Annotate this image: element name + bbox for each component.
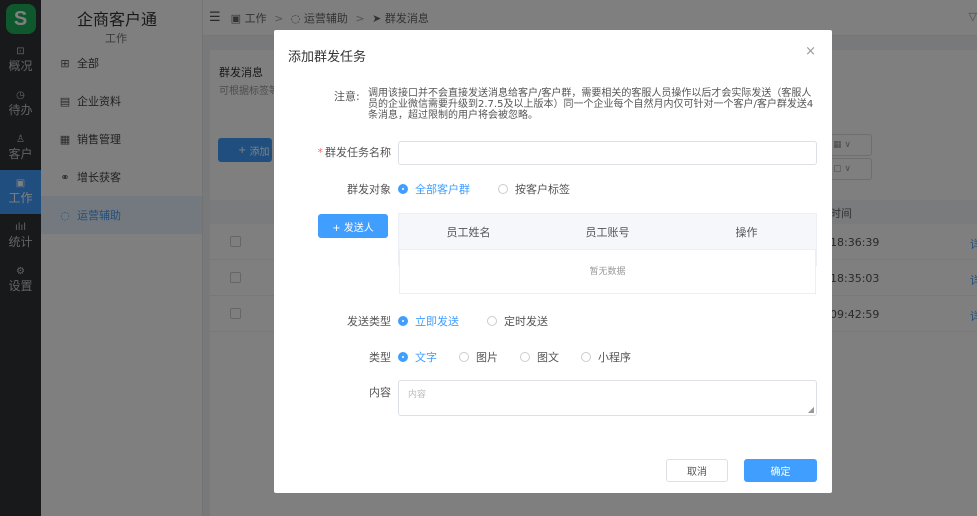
radio-type-article[interactable]: 图文 (520, 349, 559, 365)
confirm-button[interactable]: 确定 (744, 459, 817, 482)
radio-dot (398, 184, 408, 194)
radio-label: 图片 (476, 351, 498, 364)
task-name-label-text: 群发任务名称 (325, 146, 391, 159)
content-label: 内容 (369, 386, 391, 399)
task-name-label: * 群发任务名称 (274, 144, 392, 160)
send-type-radio-group: 立即发送 定时发送 (398, 313, 576, 329)
radio-label: 小程序 (598, 351, 631, 364)
radio-label: 立即发送 (415, 315, 459, 328)
radio-by-tag[interactable]: 按客户标签 (498, 181, 570, 197)
radio-dot (459, 352, 469, 362)
radio-label: 文字 (415, 351, 437, 364)
radio-all-groups[interactable]: 全部客户群 (398, 181, 470, 197)
add-sender-button[interactable]: + 发送人 (318, 214, 388, 238)
radio-type-text[interactable]: 文字 (398, 349, 437, 365)
radio-dot (498, 184, 508, 194)
radio-dot (581, 352, 591, 362)
add-broadcast-dialog: 添加群发任务 × 注意: 调用该接口并不会直接发送消息给客户/客户群，需要相关的… (274, 30, 832, 493)
send-type-label: 发送类型 (347, 315, 391, 328)
column-header-action: 操作 (735, 225, 758, 239)
radio-label: 定时发送 (504, 315, 548, 328)
cancel-button[interactable]: 取消 (666, 459, 728, 482)
type-radio-group: 文字 图片 图文 小程序 (398, 349, 659, 365)
notice-label: 注意: (334, 90, 360, 103)
radio-dot (398, 316, 408, 326)
content-textarea[interactable]: 内容 ◢ (398, 380, 817, 416)
required-mark: * (317, 146, 324, 159)
radio-scheduled[interactable]: 定时发送 (487, 313, 548, 329)
task-name-input[interactable] (398, 141, 817, 165)
radio-dot (398, 352, 408, 362)
radio-label: 按客户标签 (515, 183, 570, 196)
radio-type-miniprogram[interactable]: 小程序 (581, 349, 631, 365)
radio-label: 图文 (537, 351, 559, 364)
close-icon[interactable]: × (805, 44, 816, 59)
employee-table-header: 员工姓名 员工账号 操作 (399, 214, 816, 250)
empty-state: 暂无数据 (399, 250, 816, 294)
column-header-employee-name: 员工姓名 (446, 225, 491, 239)
target-radio-group: 全部客户群 按客户标签 (398, 181, 598, 197)
radio-dot (520, 352, 530, 362)
employee-table: 员工姓名 员工账号 操作 暂无数据 (398, 213, 817, 294)
notice: 注意: 调用该接口并不会直接发送消息给客户/客户群，需要相关的客服人员操作以后才… (334, 88, 818, 121)
type-label: 类型 (369, 351, 391, 364)
radio-dot (487, 316, 497, 326)
resize-handle-icon[interactable]: ◢ (808, 405, 814, 414)
notice-text: 调用该接口并不会直接发送消息给客户/客户群，需要相关的客服人员操作以后才会实际发… (368, 88, 814, 121)
radio-send-now[interactable]: 立即发送 (398, 313, 459, 329)
content-placeholder: 内容 (408, 390, 427, 400)
radio-type-image[interactable]: 图片 (459, 349, 498, 365)
dialog-title: 添加群发任务 (288, 50, 367, 65)
target-label: 群发对象 (347, 183, 391, 196)
radio-label: 全部客户群 (415, 183, 470, 196)
column-header-employee-account: 员工账号 (585, 225, 630, 239)
